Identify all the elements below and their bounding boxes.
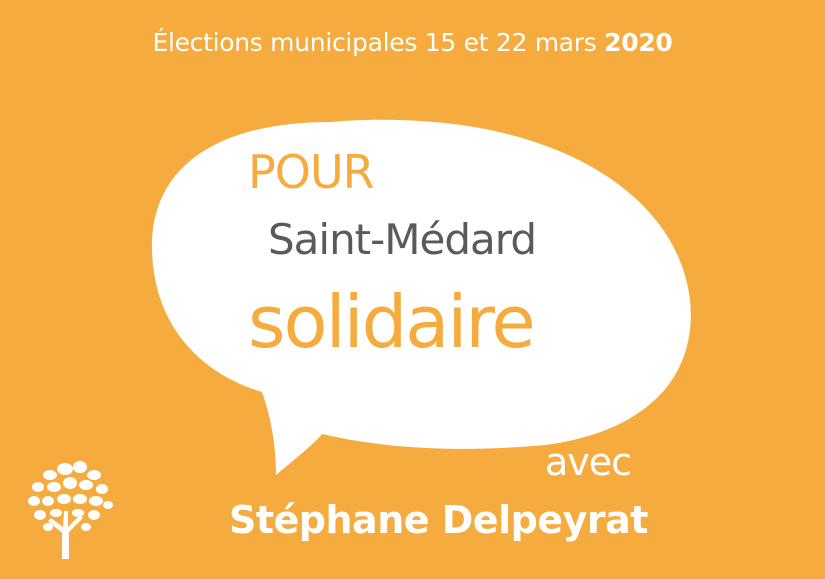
candidate-prefix: avec bbox=[545, 440, 632, 484]
tree-icon bbox=[28, 461, 113, 559]
slogan-city: Saint-Médard bbox=[268, 215, 537, 264]
slogan-pour: POUR bbox=[248, 145, 375, 199]
candidate-name: Stéphane Delpeyrat bbox=[229, 498, 648, 542]
slogan-solidaire: solidaire bbox=[248, 280, 536, 364]
